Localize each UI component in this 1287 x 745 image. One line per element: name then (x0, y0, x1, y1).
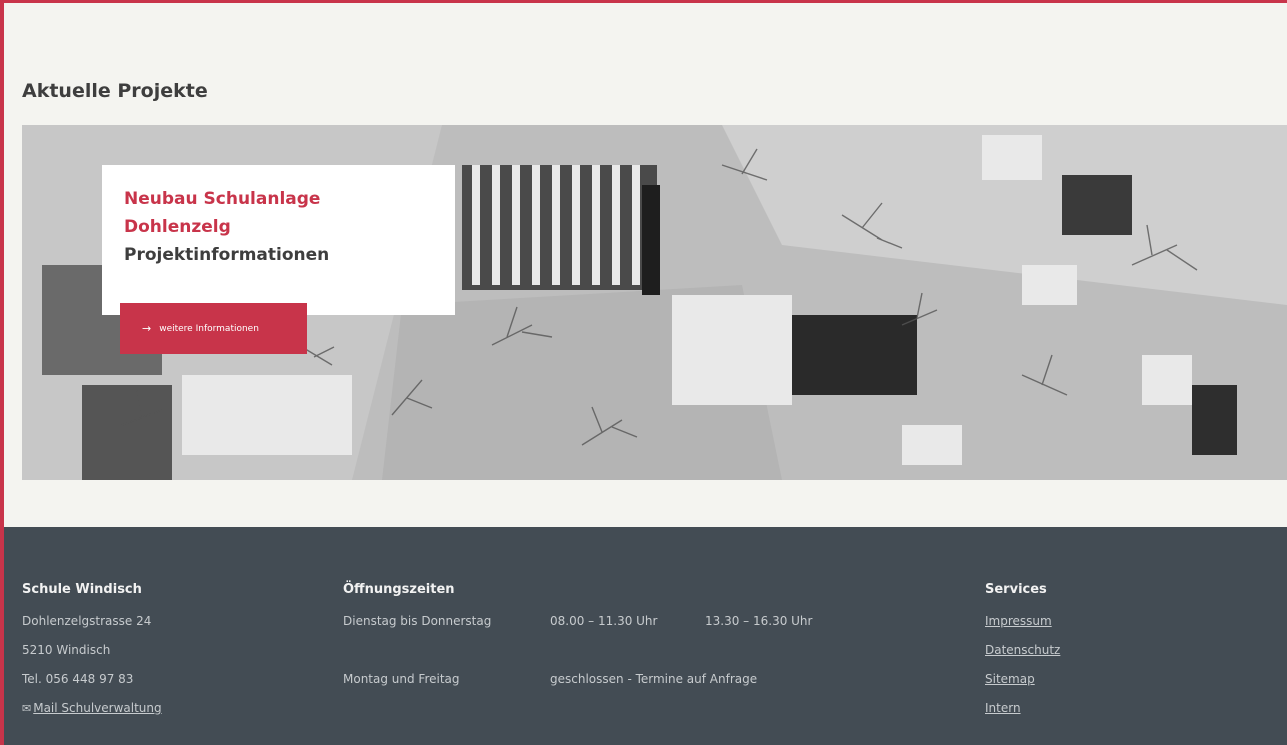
address-street: Dohlenzelgstrasse 24 (22, 614, 152, 628)
sitemap-link[interactable]: Sitemap (985, 672, 1035, 686)
mail-icon: ✉ (22, 702, 32, 715)
footer-hours-heading: Öffnungszeiten (343, 582, 455, 597)
address-city: 5210 Windisch (22, 643, 111, 657)
project-subtitle: Projektinformationen (124, 245, 330, 265)
impressum-link[interactable]: Impressum (985, 614, 1052, 628)
more-info-label: weitere Informationen (159, 323, 259, 334)
site-footer: Schule Windisch Dohlenzelgstrasse 24 521… (0, 527, 1287, 745)
mail-link-label[interactable]: Mail Schulverwaltung (33, 701, 161, 715)
footer-contact: Schule Windisch Dohlenzelgstrasse 24 521… (22, 582, 162, 723)
project-title[interactable]: Neubau Schulanlage Dohlenzelg (124, 185, 384, 241)
hours-row: Dienstag bis Donnerstag 08.00 – 11.30 Uh… (343, 607, 812, 636)
footer-services-heading: Services (985, 582, 1047, 597)
hours-row: Montag und Freitag geschlossen - Termine… (343, 665, 812, 694)
intern-link[interactable]: Intern (985, 701, 1021, 715)
section-title: Aktuelle Projekte (22, 80, 208, 102)
footer-hours: Öffnungszeiten Dienstag bis Donnerstag 0… (343, 582, 812, 694)
footer-school-heading: Schule Windisch (22, 582, 142, 597)
footer-services: Services Impressum Datenschutz Sitemap I… (985, 582, 1060, 723)
hours-time: 13.30 – 16.30 Uhr (705, 614, 813, 628)
mail-link[interactable]: ✉ Mail Schulverwaltung (22, 694, 162, 723)
hours-day: Montag und Freitag (343, 672, 460, 686)
hours-time: 08.00 – 11.30 Uhr (550, 614, 658, 628)
hours-time: geschlossen - Termine auf Anfrage (550, 672, 758, 686)
hours-day: Dienstag bis Donnerstag (343, 614, 492, 628)
datenschutz-link[interactable]: Datenschutz (985, 643, 1060, 657)
project-card: Neubau Schulanlage Dohlenzelg Projektinf… (102, 165, 455, 315)
more-info-button[interactable]: → weitere Informationen (120, 303, 307, 354)
arrow-right-icon: → (142, 322, 152, 335)
phone-number: Tel. 056 448 97 83 (22, 672, 134, 686)
